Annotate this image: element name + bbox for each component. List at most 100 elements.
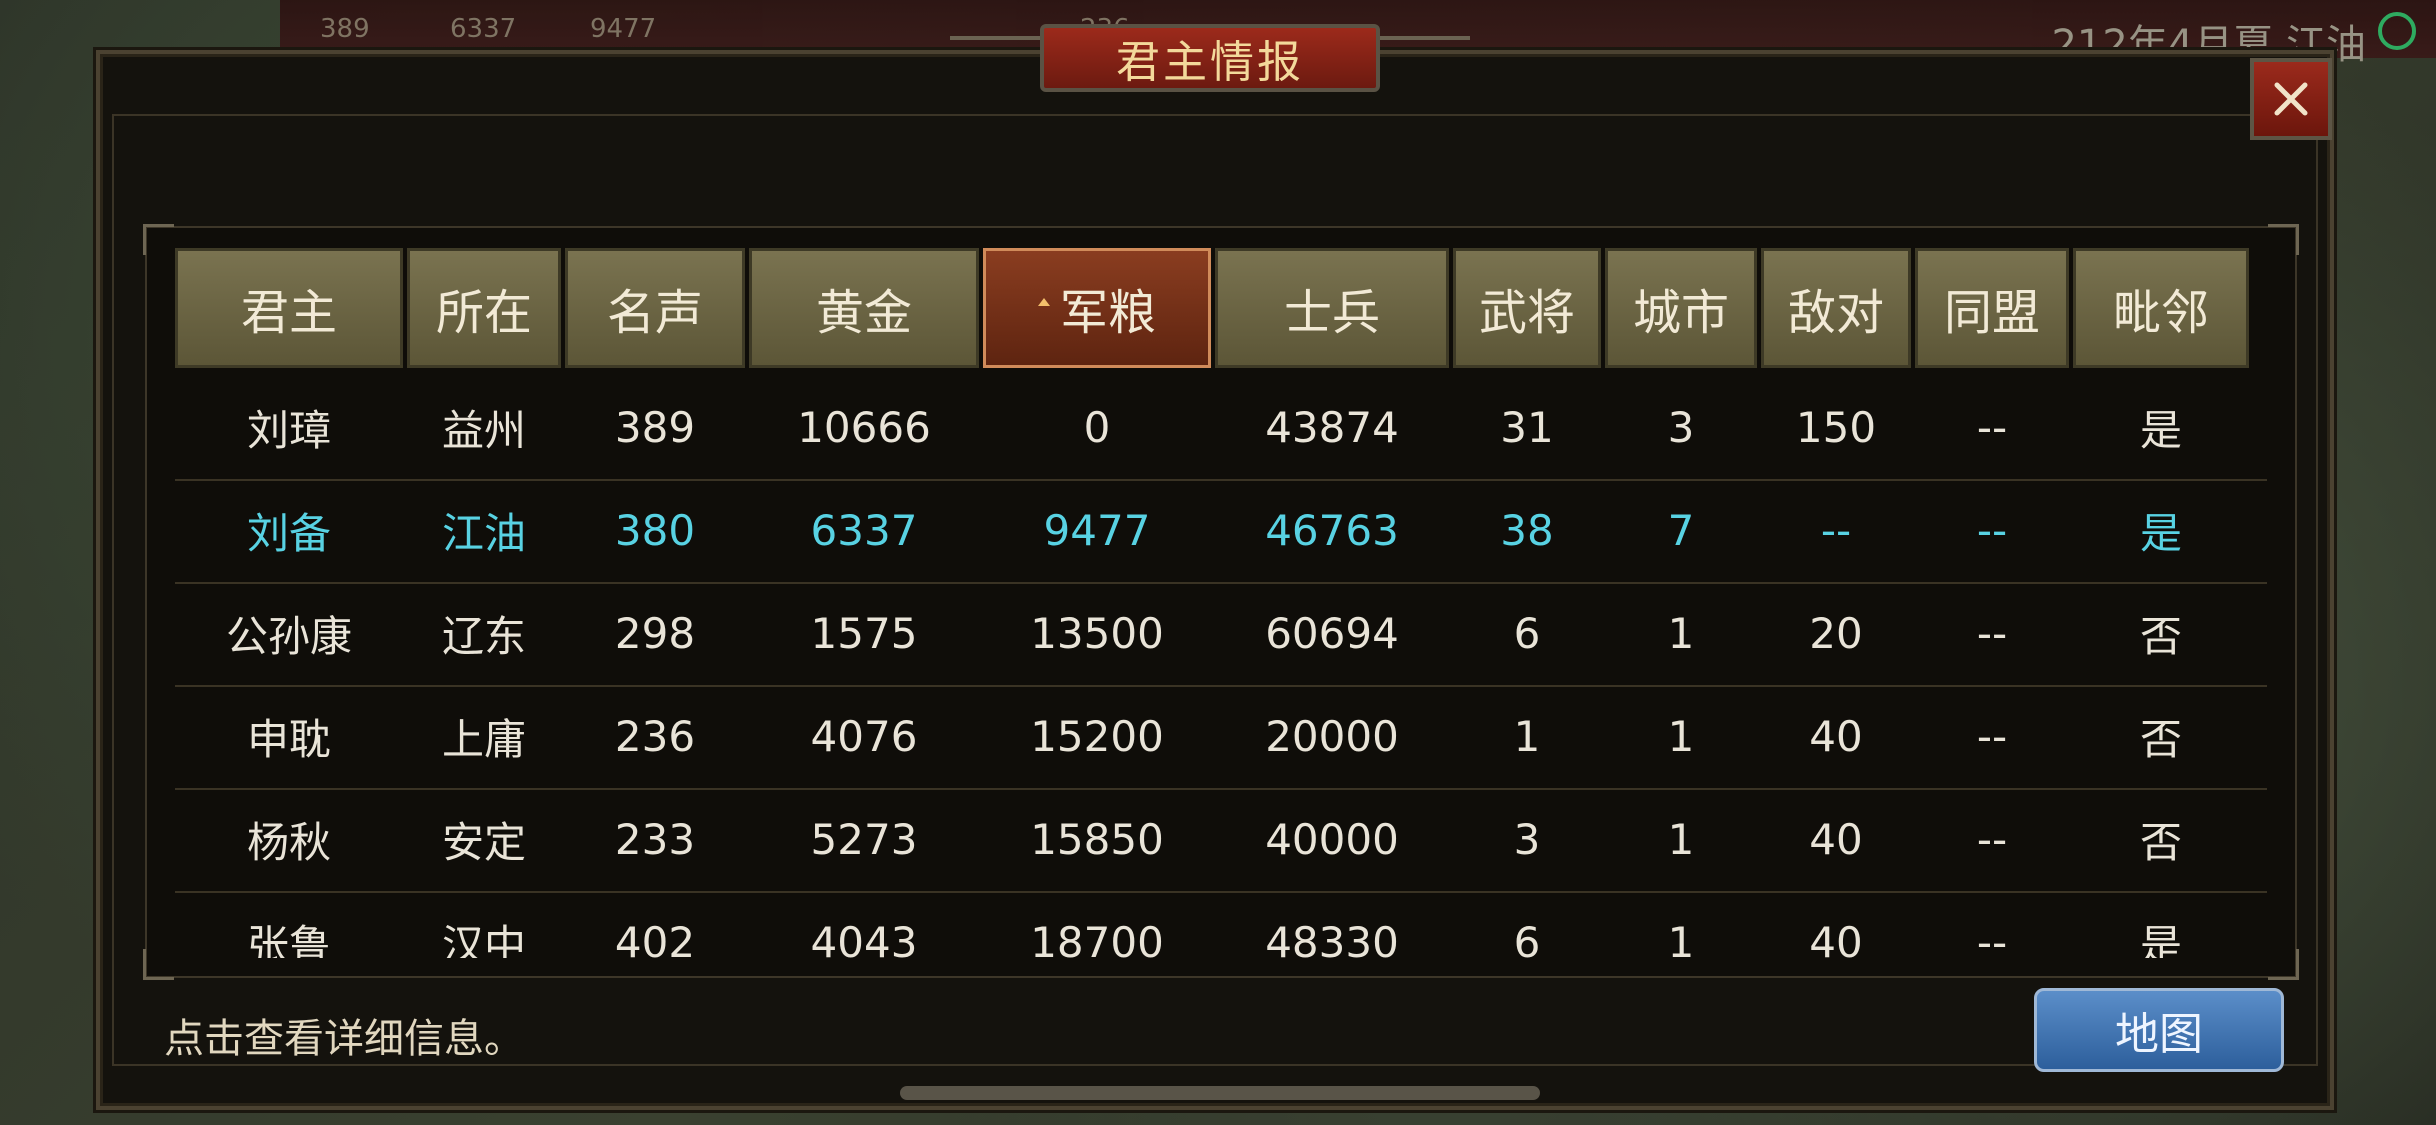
- column-header[interactable]: 敌对: [1761, 248, 1911, 368]
- hint-text: 点击查看详细信息。: [164, 1016, 524, 1062]
- table-row[interactable]: 刘璋 益州 389 10666 0 43874 31 3 150 -- 是: [175, 376, 2267, 481]
- table-cell: 298: [614, 609, 696, 658]
- table-cell: 233: [614, 815, 696, 864]
- stat-food: 9477: [590, 14, 657, 44]
- column-header-label: 名声: [606, 285, 703, 341]
- frame-corner: [2268, 224, 2299, 255]
- table-cell: 是: [2139, 509, 2182, 558]
- table-cell: 上庸: [441, 715, 526, 764]
- column-header[interactable]: 所在: [407, 248, 561, 368]
- table-cell: 申耽: [246, 715, 331, 764]
- column-header-label: 同盟: [1943, 285, 2040, 341]
- table-cell: 杨秋: [246, 818, 331, 867]
- close-button[interactable]: [2250, 58, 2332, 140]
- table-cell: 3: [1513, 815, 1541, 864]
- sort-ascending-icon: [1037, 298, 1050, 306]
- column-header[interactable]: 毗邻: [2073, 248, 2249, 368]
- table-cell: --: [1976, 815, 2008, 864]
- table-cell: 46763: [1265, 506, 1399, 555]
- column-header[interactable]: 城市: [1605, 248, 1757, 368]
- table-cell: 10666: [797, 403, 931, 452]
- stat-fame: 389: [320, 14, 370, 44]
- table-row[interactable]: 张鲁 汉中 402 4043 18700 48330 6 1 40 -- 是: [175, 891, 2267, 958]
- table-cell: 是: [2139, 921, 2182, 958]
- column-header-label: 军粮: [1059, 285, 1156, 341]
- table-cell: 安定: [441, 818, 526, 867]
- frame-corner: [143, 949, 174, 980]
- table-cell: 6337: [810, 506, 918, 555]
- title-ornament-left: [950, 36, 1040, 80]
- column-header[interactable]: 士兵: [1215, 248, 1449, 368]
- table-cell: --: [1976, 918, 2008, 958]
- table-cell: 刘备: [246, 509, 331, 558]
- table-cell: 20: [1809, 609, 1863, 658]
- frame-corner: [143, 224, 174, 255]
- table-cell: 15850: [1030, 815, 1164, 864]
- table-cell: 1: [1667, 815, 1695, 864]
- column-header-label: 士兵: [1283, 285, 1380, 341]
- table-cell: 辽东: [441, 612, 526, 661]
- table-cell: 4076: [810, 712, 918, 761]
- table-cell: 18700: [1030, 918, 1164, 958]
- table-cell: 刘璋: [246, 406, 331, 455]
- table-cell: --: [1976, 403, 2008, 452]
- column-header[interactable]: 同盟: [1915, 248, 2069, 368]
- table-cell: 380: [614, 506, 696, 555]
- map-button[interactable]: 地图: [2034, 988, 2284, 1072]
- column-header[interactable]: 名声: [565, 248, 745, 368]
- table-row[interactable]: 申耽 上庸 236 4076 15200 20000 1 1 40 -- 否: [175, 685, 2267, 790]
- table-cell: --: [1976, 712, 2008, 761]
- table-cell: 3: [1667, 403, 1695, 452]
- table-cell: 31: [1500, 403, 1554, 452]
- ruler-table: 君主 所在 名声 黄金 军粮 士兵 武将 城市 敌对 同盟 毗邻 刘璋 益州 389 10666 0 4387…: [143, 224, 2299, 980]
- table-cell: 否: [2139, 715, 2182, 764]
- table-cell: 60694: [1265, 609, 1399, 658]
- column-header[interactable]: 黄金: [749, 248, 979, 368]
- table-cell: 40: [1809, 815, 1863, 864]
- table-row[interactable]: 杨秋 安定 233 5273 15850 40000 3 1 40 -- 否: [175, 788, 2267, 893]
- table-cell: 6: [1513, 609, 1541, 658]
- column-header-label: 毗邻: [2112, 285, 2209, 341]
- table-cell: 1: [1513, 712, 1541, 761]
- table-cell: 益州: [441, 406, 526, 455]
- table-cell: 9477: [1043, 506, 1151, 555]
- table-cell: 150: [1795, 403, 1877, 452]
- table-cell: 否: [2139, 612, 2182, 661]
- table-cell: 4043: [810, 918, 918, 958]
- table-cell: --: [1820, 506, 1852, 555]
- table-body[interactable]: 刘璋 益州 389 10666 0 43874 31 3 150 -- 是刘备 江油 380 6337 94…: [175, 376, 2267, 958]
- table-cell: 汉中: [441, 921, 526, 958]
- table-cell: 48330: [1265, 918, 1399, 958]
- table-cell: 1: [1667, 712, 1695, 761]
- table-cell: 40000: [1265, 815, 1399, 864]
- table-cell: 1: [1667, 609, 1695, 658]
- table-cell: 13500: [1030, 609, 1164, 658]
- column-header[interactable]: 君主: [175, 248, 403, 368]
- column-header-label: 武将: [1478, 285, 1575, 341]
- table-row[interactable]: 刘备 江油 380 6337 9477 46763 38 7 -- -- 是: [175, 479, 2267, 584]
- table-cell: 40: [1809, 918, 1863, 958]
- table-cell: 6: [1513, 918, 1541, 958]
- table-cell: 38: [1500, 506, 1554, 555]
- column-header[interactable]: 军粮: [983, 248, 1211, 368]
- horizontal-scrollbar[interactable]: [900, 1086, 1540, 1100]
- column-header-label: 君主: [240, 285, 337, 341]
- table-cell: 公孙康: [225, 612, 352, 661]
- column-header-label: 城市: [1632, 285, 1729, 341]
- table-cell: 7: [1667, 506, 1695, 555]
- column-header[interactable]: 武将: [1453, 248, 1601, 368]
- table-cell: 是: [2139, 406, 2182, 455]
- table-cell: 5273: [810, 815, 918, 864]
- table-cell: 15200: [1030, 712, 1164, 761]
- table-row[interactable]: 公孙康 辽东 298 1575 13500 60694 6 1 20 -- 否: [175, 582, 2267, 687]
- table-cell: 否: [2139, 818, 2182, 867]
- table-cell: 389: [614, 403, 696, 452]
- table-cell: 20000: [1265, 712, 1399, 761]
- column-header-label: 所在: [435, 285, 532, 341]
- column-header-label: 黄金: [815, 285, 912, 341]
- stat-gold: 6337: [450, 14, 517, 44]
- table-cell: 43874: [1265, 403, 1399, 452]
- table-cell: 0: [1083, 403, 1111, 452]
- table-cell: 236: [614, 712, 696, 761]
- table-cell: 1: [1667, 918, 1695, 958]
